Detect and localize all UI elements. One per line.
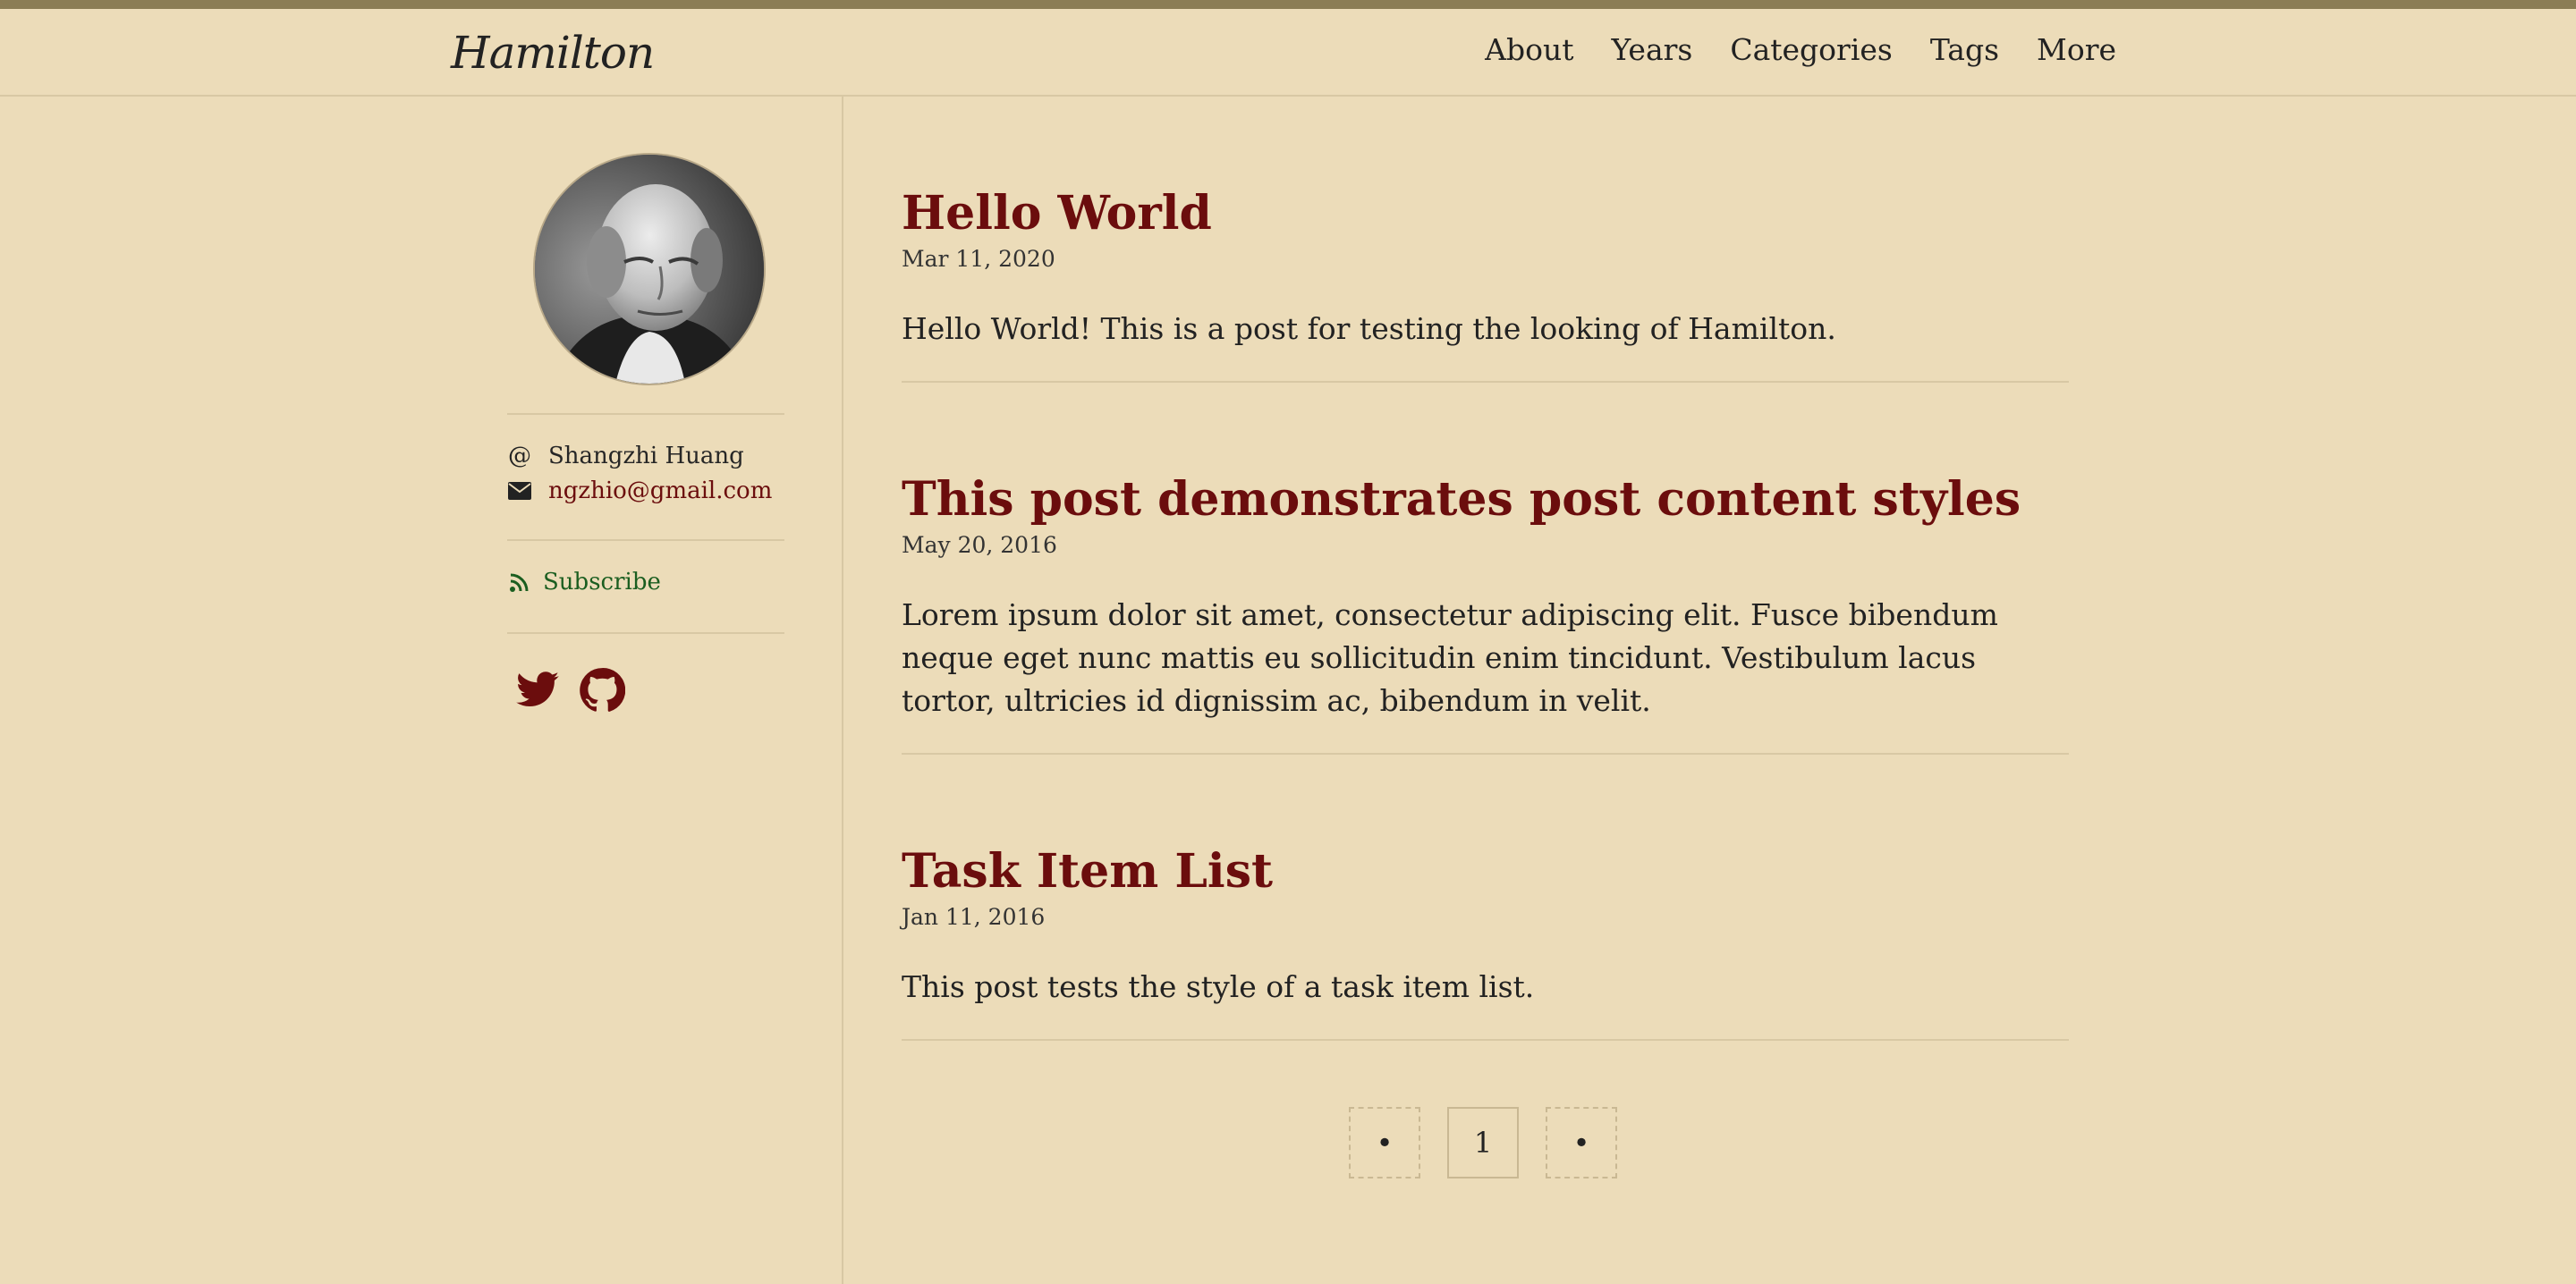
envelope-icon [507, 482, 532, 500]
email-link[interactable]: ngzhio@gmail.com [548, 477, 772, 504]
post-divider [902, 753, 2069, 755]
email-line: ngzhio@gmail.com [507, 477, 772, 504]
pagination: • 1 • [1349, 1107, 1617, 1178]
site-logo[interactable]: Hamilton [451, 27, 655, 79]
post-title[interactable]: This post demonstrates post content styl… [902, 474, 2069, 525]
sidebar-rule [507, 632, 784, 634]
next-page-button[interactable]: • [1546, 1107, 1617, 1178]
sidebar-rule [507, 539, 784, 541]
subscribe-link[interactable]: Subscribe [543, 569, 661, 596]
top-stripe [0, 0, 2576, 9]
post-excerpt: Hello World! This is a post for testing … [902, 311, 1836, 347]
author-line: @ Shangzhi Huang [507, 443, 744, 469]
nav-categories[interactable]: Categories [1730, 32, 1893, 67]
portrait-image [535, 155, 764, 384]
at-icon: @ [508, 443, 531, 469]
post-title[interactable]: Task Item List [902, 846, 2069, 897]
current-page[interactable]: 1 [1447, 1107, 1519, 1178]
post-title[interactable]: Hello World [902, 188, 2069, 239]
nav-tags[interactable]: Tags [1930, 32, 1999, 67]
post-excerpt: This post tests the style of a task item… [902, 969, 1535, 1005]
github-icon[interactable] [579, 667, 626, 714]
post-divider [902, 381, 2069, 383]
nav-more[interactable]: More [2037, 32, 2116, 67]
rss-icon [507, 571, 532, 593]
post-excerpt: Lorem ipsum dolor sit amet, consectetur … [902, 597, 1998, 719]
post-date: Mar 11, 2020 [902, 246, 1055, 273]
post-date: Jan 11, 2016 [902, 904, 1046, 931]
avatar [533, 153, 766, 385]
post-date: May 20, 2016 [902, 532, 1057, 559]
twitter-icon[interactable] [514, 667, 561, 714]
nav-about[interactable]: About [1485, 32, 1573, 67]
author-name: Shangzhi Huang [548, 443, 744, 469]
post-divider [902, 1039, 2069, 1041]
site-header: Hamilton About Years Categories Tags Mor… [0, 9, 2576, 97]
post-item: This post demonstrates post content styl… [902, 474, 2069, 722]
post-item: Hello World Mar 11, 2020 Hello World! Th… [902, 188, 2069, 351]
main-nav: About Years Categories Tags More [1485, 32, 2116, 67]
subscribe-line[interactable]: Subscribe [507, 569, 661, 596]
sidebar-divider [842, 97, 843, 1284]
post-item: Task Item List Jan 11, 2016 This post te… [902, 846, 2069, 1009]
sidebar-rule [507, 413, 784, 415]
social-links [514, 667, 626, 714]
nav-years[interactable]: Years [1612, 32, 1693, 67]
prev-page-button[interactable]: • [1349, 1107, 1420, 1178]
